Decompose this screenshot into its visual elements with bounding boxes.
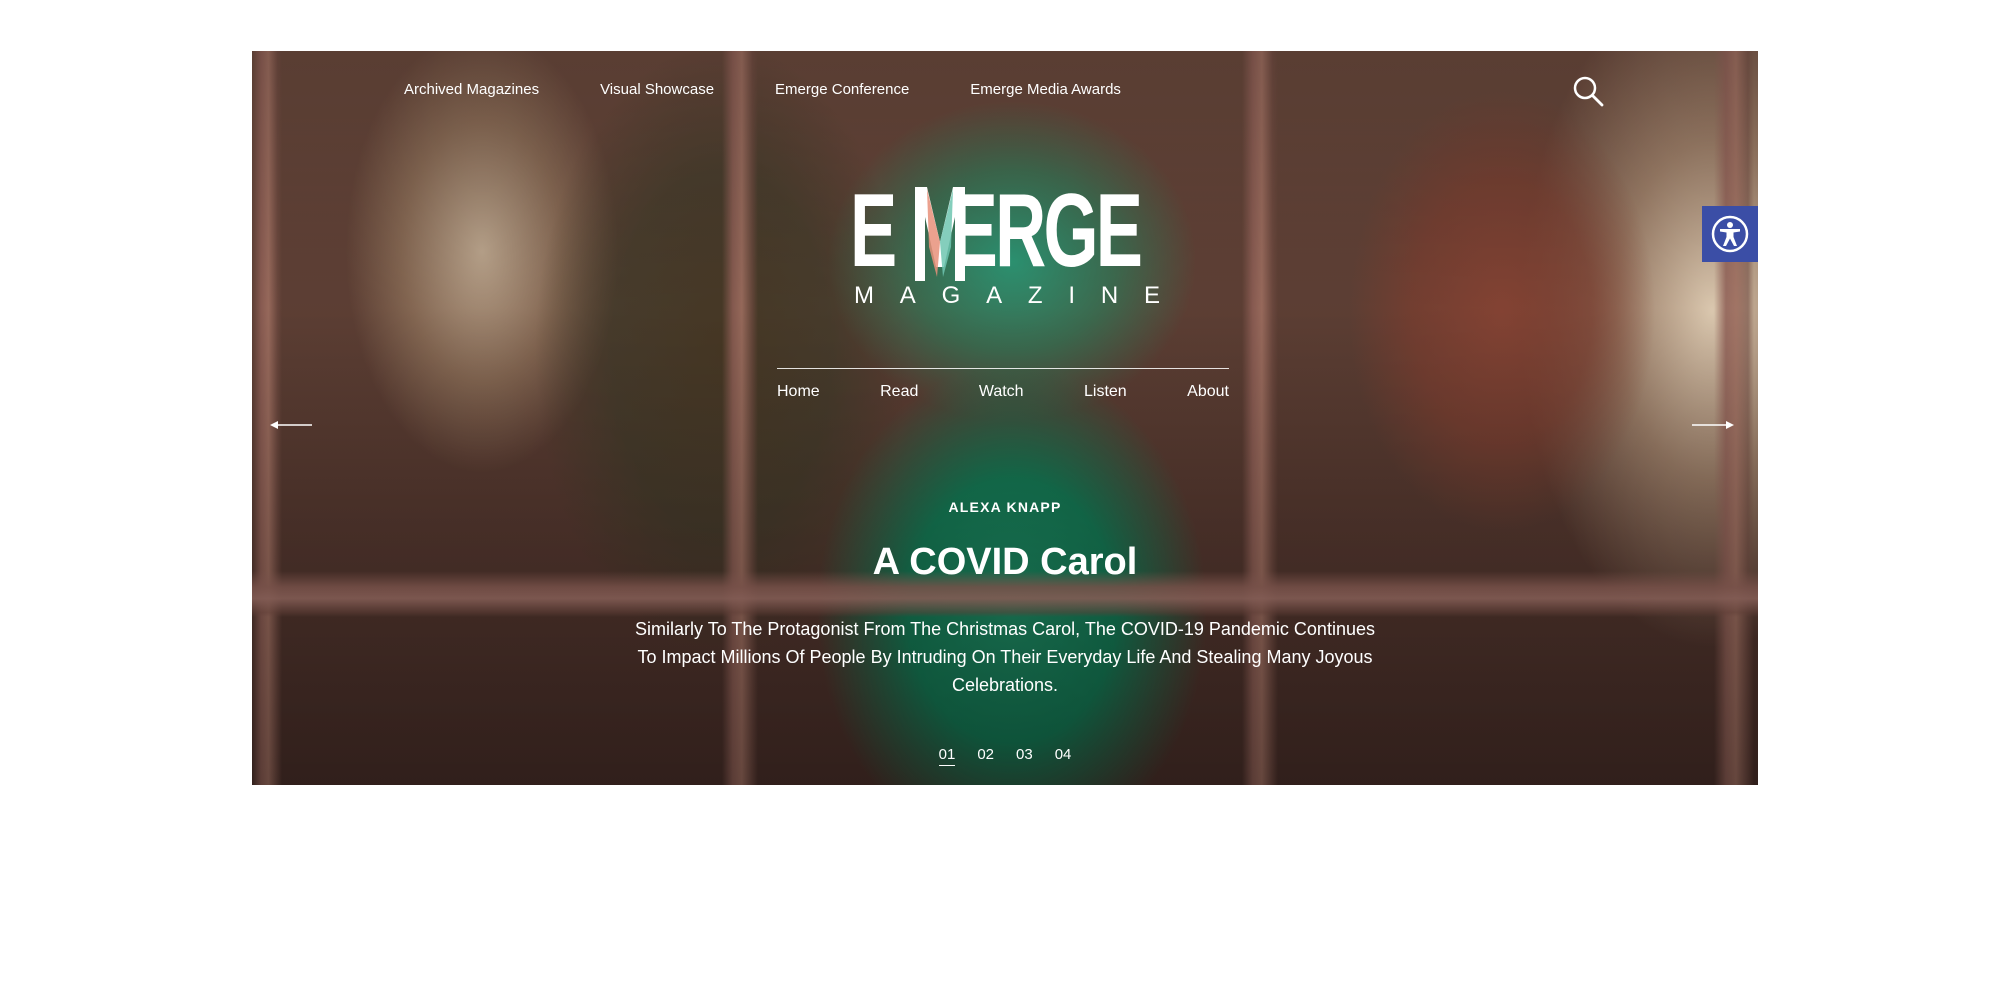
slider-page-1[interactable]: 01 [938, 746, 956, 766]
logo-m-graphic [915, 187, 965, 281]
nav-listen[interactable]: Listen [1084, 383, 1127, 401]
slider-pagination: 01 02 03 04 [252, 746, 1758, 766]
slider-page-4[interactable]: 04 [1055, 746, 1072, 766]
top-nav: Archived Magazines Visual Showcase Emerg… [404, 81, 1121, 98]
search-icon [1573, 76, 1604, 107]
nav-emerge-conference[interactable]: Emerge Conference [775, 81, 909, 98]
nav-emerge-media-awards[interactable]: Emerge Media Awards [970, 81, 1121, 98]
slider-page-2[interactable]: 02 [977, 746, 994, 766]
search-button[interactable] [1571, 74, 1605, 108]
article-title[interactable]: A COVID Carol [252, 541, 1758, 584]
article-excerpt: Similarly To The Protagonist From The Ch… [635, 619, 1375, 695]
article-author[interactable]: ALEXA KNAPP [252, 499, 1758, 515]
hero-slider: Archived Magazines Visual Showcase Emerg… [252, 51, 1758, 785]
nav-about[interactable]: About [1187, 383, 1229, 401]
main-nav: Home Read Watch Listen About [777, 368, 1229, 401]
emerge-magazine-logo[interactable]: EMERGE M A G A Z I N E [850, 179, 1160, 314]
accessibility-icon [1711, 215, 1749, 253]
nav-home[interactable]: Home [777, 383, 820, 401]
accessibility-button[interactable] [1702, 206, 1758, 262]
arrow-left-icon [270, 421, 312, 429]
nav-read[interactable]: Read [880, 383, 918, 401]
nav-archived-magazines[interactable]: Archived Magazines [404, 81, 539, 98]
arrow-right-icon [1692, 421, 1734, 429]
logo-subtitle: M A G A Z I N E [854, 282, 1160, 309]
nav-visual-showcase[interactable]: Visual Showcase [600, 81, 714, 98]
slider-page-3[interactable]: 03 [1016, 746, 1033, 766]
slider-prev-button[interactable] [270, 413, 314, 437]
nav-watch[interactable]: Watch [979, 383, 1024, 401]
slider-next-button[interactable] [1690, 413, 1734, 437]
